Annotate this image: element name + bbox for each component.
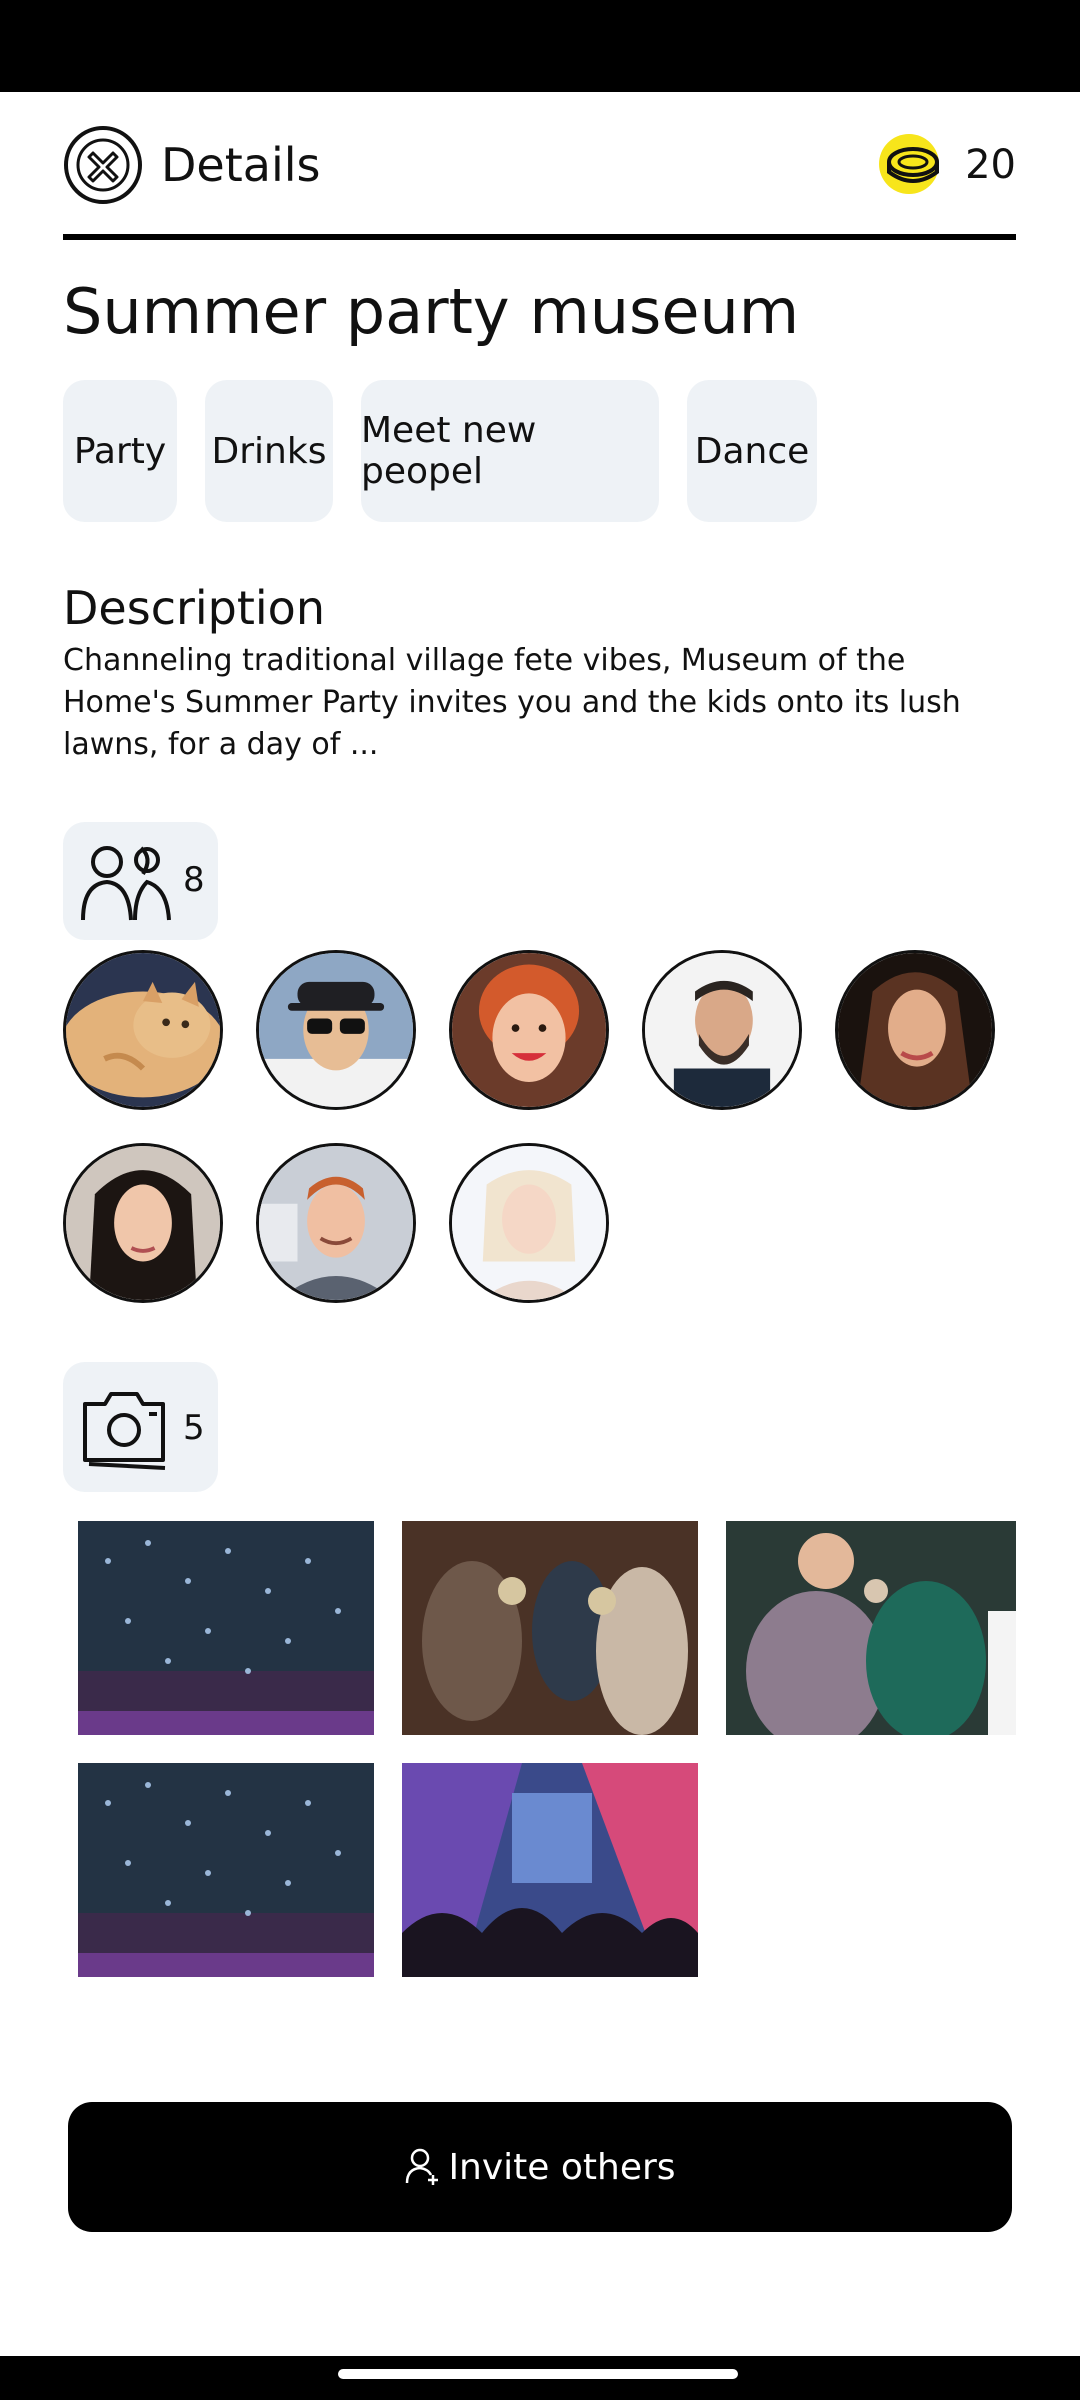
status-bar	[0, 0, 1080, 92]
attendee-avatar[interactable]	[63, 1143, 223, 1303]
invite-others-button[interactable]: Invite others	[68, 2102, 1012, 2232]
tag-chip[interactable]: Meet new peopel	[361, 380, 659, 522]
photo-count: 5	[183, 1408, 205, 1448]
home-indicator[interactable]	[338, 2369, 738, 2379]
close-icon	[64, 126, 142, 204]
coin-icon	[879, 134, 940, 194]
close-button[interactable]	[63, 125, 143, 205]
attendee-avatar[interactable]	[449, 950, 609, 1110]
camera-icon	[83, 1392, 166, 1470]
attendee-avatar[interactable]	[642, 950, 802, 1110]
attendee-count: 8	[183, 860, 205, 900]
people-icon	[81, 846, 171, 921]
attendee-count-chip[interactable]: 8	[63, 822, 218, 940]
description-heading: Description	[63, 581, 325, 635]
event-title: Summer party museum	[63, 275, 800, 348]
add-person-icon	[406, 2148, 439, 2185]
invite-label: Invite others	[448, 2146, 676, 2188]
tag-chip[interactable]: Drinks	[205, 380, 333, 522]
attendee-avatar[interactable]	[256, 950, 416, 1110]
attendee-avatar[interactable]	[835, 950, 995, 1110]
event-photo[interactable]	[726, 1521, 1016, 1735]
coin-balance[interactable]: 20	[873, 129, 1016, 201]
event-photo[interactable]	[78, 1763, 374, 1977]
description-text: Channeling traditional village fete vibe…	[63, 643, 961, 762]
header: Details 20	[63, 125, 1016, 205]
tag-chip[interactable]: Party	[63, 380, 177, 522]
header-divider	[63, 234, 1016, 240]
attendee-avatar[interactable]	[449, 1143, 609, 1303]
event-photo[interactable]	[78, 1521, 374, 1735]
tag-list: Party Drinks Meet new peopel Dance	[63, 380, 845, 522]
event-photo[interactable]	[402, 1763, 698, 1977]
attendee-avatar[interactable]	[63, 950, 223, 1110]
event-photo[interactable]	[402, 1521, 698, 1735]
page-title: Details	[161, 138, 321, 192]
coin-count: 20	[965, 142, 1016, 188]
tag-chip[interactable]: Dance	[687, 380, 817, 522]
attendee-avatar[interactable]	[256, 1143, 416, 1303]
photo-count-chip[interactable]: 5	[63, 1362, 218, 1492]
